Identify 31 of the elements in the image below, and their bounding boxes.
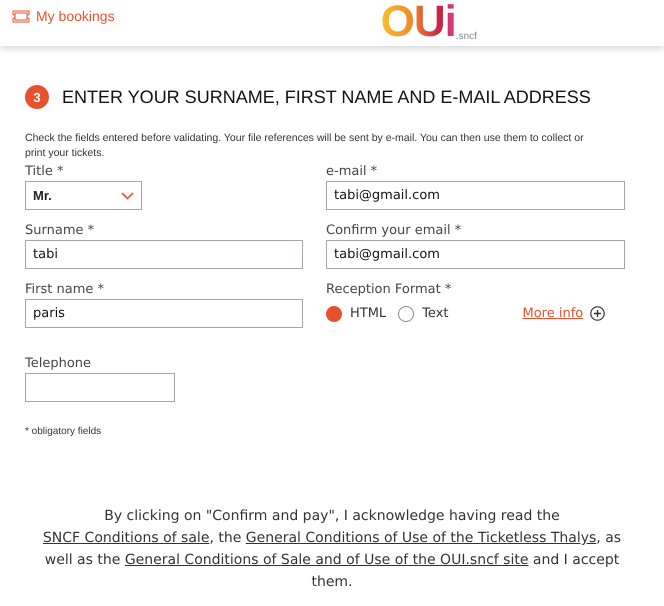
field-label: Title * (25, 163, 64, 181)
field-label: First name * (25, 281, 105, 299)
conditions-link[interactable]: General Conditions of Sale and of Use of the OUI.sncf site (124, 552, 528, 568)
telephone-field[interactable] (25, 373, 175, 402)
input-field[interactable]: tabi@gmail.com (326, 181, 625, 210)
conditions-link[interactable]: General Conditions of Use of the Ticketless Thalys (246, 530, 596, 546)
input-field[interactable]: paris (25, 299, 303, 328)
logo-suffix: .sncf (456, 31, 477, 42)
radio-label: HTML (350, 306, 386, 321)
field-label: Reception Format * (326, 281, 452, 299)
step-number: 3 (25, 85, 49, 109)
my-bookings-link[interactable]: My bookings (12, 8, 115, 24)
section-title: ENTER YOUR SURNAME, FIRST NAME AND E-MAIL ADDRESS (62, 86, 591, 108)
conditions-link[interactable]: SNCF Conditions of sale (42, 530, 210, 546)
field-label: Telephone (25, 355, 92, 373)
legal-notice: By clicking on "Confirm and pay", I acknowledge having read the SNCF Conditions of sale, the General Conditions of Use of the Ticketless Thalys, as well as the General Conditions of Sale and of Use of the OUI.sncf site and I accept them. (42, 507, 622, 592)
chevron-down-icon (121, 192, 134, 200)
title-select[interactable]: Mr. (25, 181, 142, 210)
field-label: Confirm your email * (326, 222, 462, 240)
input-field[interactable]: tabi (25, 240, 303, 269)
footnote: * obligatory fields (25, 426, 102, 437)
input-field[interactable]: tabi@gmail.com (326, 240, 625, 269)
field-label: e-mail * (326, 163, 378, 181)
ticket-icon (12, 10, 30, 22)
radio-button[interactable] (326, 306, 342, 322)
radio-label: Text (422, 306, 448, 321)
radio-button[interactable] (398, 306, 414, 322)
description: Check the fields entered before validating. Your file references will be sent by e-mail. You can then use them to collect or print your tickets. (25, 131, 585, 161)
more-info-link[interactable]: More info (522, 306, 584, 321)
field-label: Surname * (25, 222, 96, 240)
plus-circle-icon[interactable] (590, 306, 606, 321)
